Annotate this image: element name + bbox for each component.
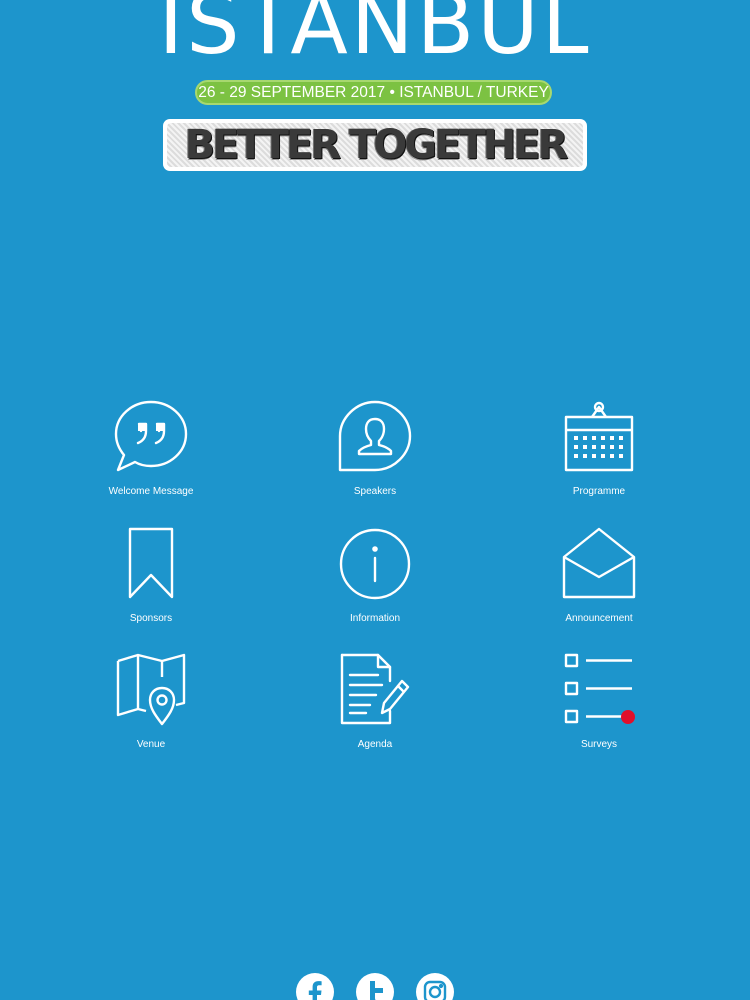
menu-item-label: Speakers — [353, 486, 397, 497]
menu-item-label: Sponsors — [129, 613, 173, 624]
speech-bubble-quote-icon — [114, 400, 188, 474]
menu-item-agenda[interactable]: Agenda — [300, 653, 450, 763]
document-pencil-icon — [338, 653, 412, 727]
menu-item-label: Announcement — [565, 613, 633, 624]
menu-item-welcome-message[interactable]: Welcome Message — [76, 400, 226, 510]
menu-item-surveys[interactable]: Surveys — [524, 653, 674, 763]
instagram-icon[interactable] — [416, 973, 454, 1000]
menu-item-label: Agenda — [357, 739, 393, 750]
menu-item-label: Programme — [572, 486, 626, 497]
menu-item-venue[interactable]: Venue — [76, 653, 226, 763]
info-icon — [338, 527, 412, 601]
menu-item-speakers[interactable]: Speakers — [300, 400, 450, 510]
home-screen: ISTANBUL 26 - 29 SEPTEMBER 2017 • ISTANB… — [0, 0, 750, 1000]
facebook-icon[interactable] — [296, 973, 334, 1000]
menu-item-label: Information — [349, 613, 401, 624]
slogan-text: BETTER TOGETHER — [184, 123, 569, 167]
bookmark-ribbon-icon — [114, 527, 188, 601]
menu-item-programme[interactable]: Programme — [524, 400, 674, 510]
calendar-icon — [562, 400, 636, 474]
slogan-mosaic: BETTER TOGETHER — [167, 123, 583, 167]
menu-item-announcement[interactable]: Announcement — [524, 527, 674, 637]
speaker-person-icon — [338, 400, 412, 474]
map-pin-icon — [114, 653, 188, 727]
menu-item-label: Venue — [136, 739, 166, 750]
event-date-banner: 26 - 29 SEPTEMBER 2017 • ISTANBUL / TURK… — [195, 80, 552, 105]
twitter-icon[interactable] — [356, 973, 394, 1000]
envelope-icon — [562, 527, 636, 601]
notification-badge — [621, 710, 635, 724]
slogan-banner: BETTER TOGETHER — [163, 119, 587, 171]
menu-item-label: Welcome Message — [108, 486, 194, 497]
menu-item-information[interactable]: Information — [300, 527, 450, 637]
menu-item-label: Surveys — [580, 739, 618, 750]
event-title: ISTANBUL — [158, 0, 592, 73]
menu-item-sponsors[interactable]: Sponsors — [76, 527, 226, 637]
